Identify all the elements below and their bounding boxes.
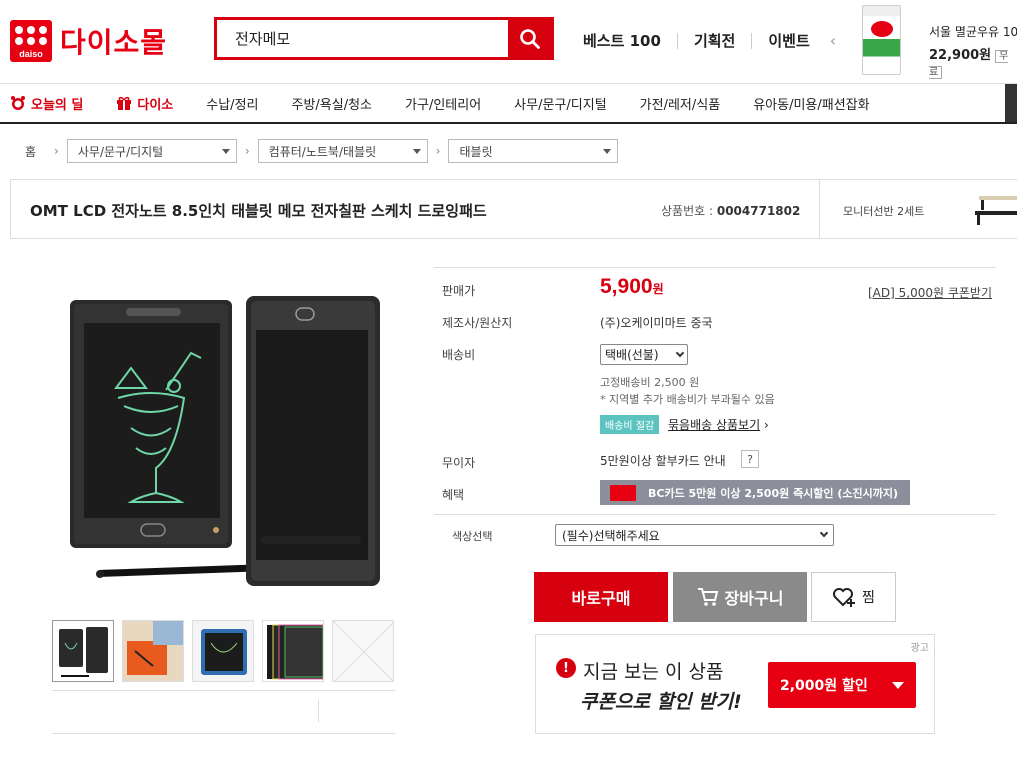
logo-mark: daiso [10,20,52,62]
product-name: OMT LCD 전자노트 8.5인치 태블릿 메모 전자칠판 스케치 드로잉패드 [30,202,487,220]
coupon-ad-box[interactable]: 광고 ! 지금 보는 이 상품 쿠폰으로 할인 받기! 2,000원 할인 [535,634,935,734]
category-kids-beauty[interactable]: 유아동/미용/패션잡화 [753,94,869,113]
category-today-deal[interactable]: 오늘의 딜 [10,94,83,113]
maker-value: (주)오케이미마트 중국 [600,316,713,330]
color-label: 색상선택 [452,530,493,543]
logo-text: 다이소몰 [60,26,168,59]
product-main-image[interactable] [56,268,392,608]
thumbnail-list [52,620,394,682]
product-number: 상품번호 : 0004771802 [661,204,801,218]
category-office-digital[interactable]: 사무/문구/디지털 [514,94,606,113]
gift-icon [117,96,132,110]
category-furniture[interactable]: 가구/인테리어 [405,94,481,113]
breadcrumb-home[interactable]: 홈 [25,143,36,160]
top-nav: 베스트 100 기획전 이벤트 ‹ [583,30,836,51]
shipping-select[interactable]: 택배(선불) [600,344,688,365]
coupon-link[interactable]: [AD] 5,000원 쿠폰받기 [868,284,992,301]
chevron-right-icon: › [763,418,769,432]
chevron-right-icon: › [244,144,250,158]
color-select[interactable]: (필수)선택해주세요 [555,524,834,546]
credit-card-icon [610,484,636,501]
dropdown-arrow-icon [603,148,612,154]
logo-small-text: daiso [19,49,43,59]
category-storage[interactable]: 수납/정리 [206,94,258,113]
wishlist-button[interactable]: 찜 [811,572,896,622]
shipping-saving-badge: 배송비 절감 [600,415,660,434]
bc-card-benefit-banner[interactable]: BC카드 5만원 이상 2,500원 즉시할인 (소진시까지) [600,480,910,505]
thumbnail-4[interactable] [262,620,324,682]
chevron-right-icon: › [435,144,441,158]
search-input[interactable] [217,20,508,57]
maker-label: 제조사/원산지 [442,316,513,330]
dropdown-arrow-icon [221,148,230,154]
category-nav: 오늘의 딜 다이소 수납/정리 주방/욕실/청소 가구/인테리어 사무/문구/디… [0,84,1017,124]
breadcrumb-select-level2[interactable]: 컴퓨터/노트북/태블릿 [257,139,428,163]
chevron-down-icon [819,528,829,538]
nav-best100[interactable]: 베스트 100 [583,30,661,51]
category-appliance[interactable]: 가전/레저/식품 [640,94,721,113]
thumbnail-2[interactable] [122,620,184,682]
search-button[interactable] [508,20,551,57]
milk-product-image [862,5,902,75]
heart-plus-icon [833,588,856,607]
breadcrumb: 홈 › 사무/문구/디지털 › 컴퓨터/노트북/태블릿 › 태블릿 [25,139,619,163]
thumbnail-3[interactable] [192,620,254,682]
add-to-cart-button[interactable]: 장바구니 [673,572,807,622]
site-logo[interactable]: daiso 다이소몰 [10,20,167,62]
dropdown-arrow-icon [892,682,904,689]
promo-title: 서울 멸균우유 10 [929,25,1017,39]
chevron-right-icon: › [54,144,59,158]
nav-exhibitions[interactable]: 기획전 [694,30,735,51]
header-promo[interactable]: 서울 멸균우유 10 22,900원 무료 [862,5,1017,79]
ad-label: 광고 [910,643,929,654]
side-ad-text[interactable]: 모니터선반 2세트 [843,203,924,219]
alert-icon: ! [556,658,576,678]
chevron-left-icon[interactable]: ‹ [830,31,836,50]
promo-price: 22,900원 [929,48,992,63]
search-icon [519,28,540,49]
search-bar [214,17,554,60]
nav-events[interactable]: 이벤트 [768,30,809,51]
site-header: daiso 다이소몰 베스트 100 기획전 이벤트 ‹ 서울 멸균우유 10 … [0,0,1017,84]
bundle-shipping-link[interactable]: 묶음배송 상품보기 › [668,416,769,433]
dropdown-arrow-icon [412,148,421,154]
thumbnail-1[interactable] [52,620,114,682]
installment-label: 무이자 [442,456,476,470]
breadcrumb-select-level1[interactable]: 사무/문구/디지털 [66,139,237,163]
thumbnail-5-empty[interactable] [332,620,394,682]
price: 5,900원 [600,275,664,298]
breadcrumb-select-level3[interactable]: 태블릿 [448,139,619,163]
product-title-bar: OMT LCD 전자노트 8.5인치 태블릿 메모 전자칠판 스케치 드로잉패드… [10,179,1017,239]
shipping-note: * 지역별 추가 배송비가 부과될수 있음 [600,393,775,406]
installment-value: 5만원이상 할부카드 안내 [600,454,726,468]
ad-line2: 쿠폰으로 할인 받기! [580,691,742,713]
chevron-down-icon [675,348,685,357]
category-menu-toggle[interactable] [1005,84,1017,122]
discount-button[interactable]: 2,000원 할인 [768,662,916,708]
price-label: 판매가 [442,284,476,298]
installment-help-button[interactable]: ? [741,450,759,468]
category-kitchen-bath[interactable]: 주방/욕실/청소 [292,94,373,113]
category-daiso[interactable]: 다이소 [116,94,173,113]
cart-icon [697,588,718,606]
shipping-label: 배송비 [442,348,476,362]
monitor-shelf-image[interactable] [973,194,1017,226]
shipping-fee: 고정배송비 2,500 원 [600,376,700,389]
alarm-clock-icon [11,96,25,110]
benefit-label: 혜택 [442,488,465,502]
buy-now-button[interactable]: 바로구매 [534,572,668,622]
ad-line1: 지금 보는 이 상품 [583,661,724,683]
